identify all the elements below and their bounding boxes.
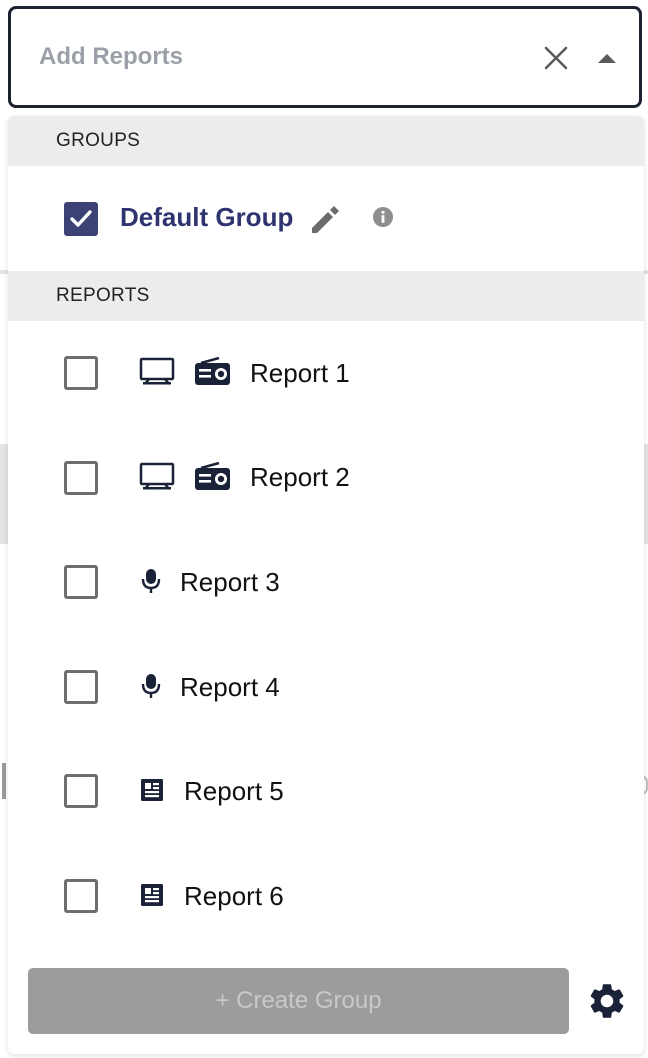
- tv-icon: [139, 357, 177, 392]
- pencil-icon[interactable]: [308, 202, 342, 236]
- report-label: Report 6: [184, 881, 284, 911]
- caret-up-icon[interactable]: [595, 47, 619, 67]
- radio-icon: [193, 461, 233, 497]
- groups-header: GROUPS: [8, 116, 644, 166]
- reports-header: REPORTS: [8, 271, 644, 321]
- group-checkbox[interactable]: [64, 202, 98, 236]
- info-icon[interactable]: [372, 206, 394, 228]
- report-checkbox[interactable]: [64, 565, 98, 599]
- report-checkbox[interactable]: [64, 774, 98, 808]
- report-label: Report 3: [180, 567, 280, 597]
- report-checkbox[interactable]: [64, 461, 98, 495]
- microphone-icon: [140, 567, 162, 600]
- radio-icon: [193, 356, 233, 392]
- dropdown-menu: GROUPS Default Group REPORTS Report 1 Re…: [8, 116, 644, 1054]
- newspaper-icon: [139, 777, 165, 808]
- report-checkbox[interactable]: [64, 356, 98, 390]
- gear-icon[interactable]: [586, 980, 628, 1022]
- newspaper-icon: [139, 882, 165, 913]
- report-checkbox[interactable]: [64, 879, 98, 913]
- report-checkbox[interactable]: [64, 670, 98, 704]
- report-label: Report 2: [250, 462, 350, 492]
- add-reports-select[interactable]: Add Reports: [8, 6, 642, 108]
- close-icon[interactable]: [541, 43, 571, 73]
- select-placeholder: Add Reports: [39, 43, 183, 70]
- report-label: Report 1: [250, 358, 350, 388]
- background-edge-left: [2, 763, 6, 799]
- report-label: Report 5: [184, 776, 284, 806]
- check-icon: [70, 210, 92, 227]
- microphone-icon: [140, 672, 162, 705]
- tv-icon: [139, 462, 177, 497]
- report-label: Report 4: [180, 672, 280, 702]
- create-group-button[interactable]: + Create Group: [28, 968, 569, 1034]
- group-label: Default Group: [120, 202, 294, 232]
